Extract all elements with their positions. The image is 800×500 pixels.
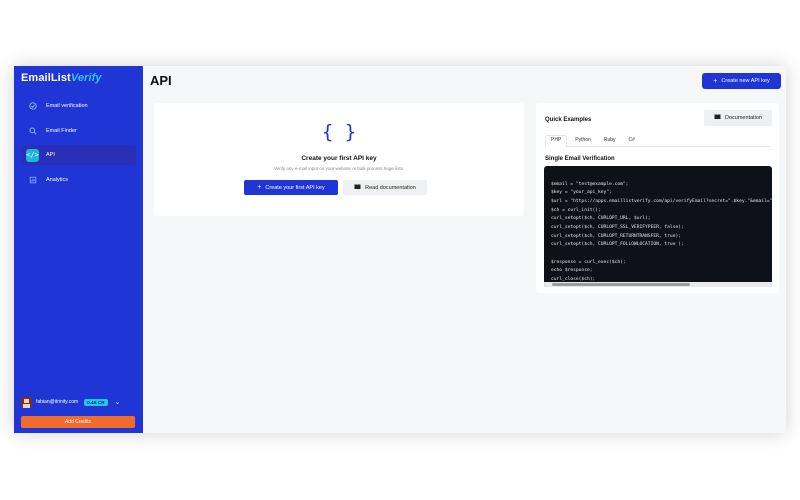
create-first-api-key-button[interactable]: + Create your first API key [244,180,338,195]
code-line: $response = curl_exec($ch); [551,259,626,265]
empty-state-actions: + Create your first API key Read documen… [244,180,427,195]
sidebar-item-label: Analytics [46,176,69,183]
search-icon [26,124,39,137]
code-content: $email = "test@example.com"; $key = "your… [551,172,772,287]
button-label: Read documentation [365,184,416,191]
button-label: Create your first API key [265,184,325,191]
user-menu[interactable]: fabian@itrinity.com 0.4K CR ⌄ [21,394,136,410]
sidebar: EmailListVerify Email verification Email… [14,66,143,433]
quick-examples-panel: Quick Examples Documentation PHP Python … [536,103,779,293]
chart-icon [26,173,39,186]
user-email: fabian@itrinity.com [36,399,79,405]
braces-icon: { } [321,121,357,143]
credits-badge: 0.4K CR [84,398,108,406]
sidebar-item-email-verification[interactable]: Email verification [21,96,136,116]
sidebar-item-email-finder[interactable]: Email Finder [21,121,136,141]
code-line: $email = "test@example.com"; [551,181,629,187]
read-documentation-button[interactable]: Read documentation [343,180,427,195]
sidebar-item-api[interactable]: </> API [21,145,136,165]
code-block: $email = "test@example.com"; $key = "your… [544,166,772,287]
logo[interactable]: EmailListVerify [21,72,102,84]
create-new-api-key-button[interactable]: + Create new API key [702,73,781,89]
book-icon [714,114,721,122]
plus-icon: + [713,77,718,85]
quick-examples-title: Quick Examples [545,117,592,123]
language-tabs: PHP Python Ruby C# [545,135,771,147]
sidebar-item-label: API [46,152,55,158]
code-line: $key = "your_api_key"; [551,190,612,196]
code-line: curl_setopt($ch, CURLOPT_RETURNTRANSFER,… [551,233,681,239]
code-line: $ch = curl_init(); [551,207,601,213]
avatar [21,396,32,408]
chevron-down-icon[interactable]: ⌄ [115,398,121,406]
documentation-button[interactable]: Documentation [704,110,772,126]
logo-accent: Verify [70,72,102,84]
tab-php[interactable]: PHP [545,135,568,147]
empty-state-card: { } Create your first API key Verify any… [154,103,524,216]
book-icon [354,184,361,192]
code-icon: </> [26,148,39,162]
app-window: EmailListVerify Email verification Email… [14,66,786,433]
check-circle-icon [26,100,39,113]
sidebar-item-analytics[interactable]: Analytics [21,170,136,190]
code-line: curl_setopt($ch, CURLOPT_URL, $url); [551,216,651,222]
empty-state-title: Create your first API key [301,155,377,162]
tab-csharp[interactable]: C# [624,135,640,146]
page-title: API [150,73,172,88]
code-scrollbar[interactable] [544,282,772,287]
add-credits-button[interactable]: Add Credits [21,416,135,428]
sidebar-item-label: Email verification [46,103,88,109]
code-line: $url = "https://apps.emaillistverify.com… [551,198,772,204]
sidebar-nav: Email verification Email Finder </> API … [21,96,136,194]
tab-ruby[interactable]: Ruby [599,135,621,146]
single-email-verification-title: Single Email Verification [545,156,615,162]
code-line: echo $response; [551,268,593,274]
button-label: Documentation [725,115,762,121]
sidebar-item-label: Email Finder [46,127,77,134]
code-scrollbar-thumb[interactable] [552,283,690,286]
tab-python[interactable]: Python [570,135,596,146]
code-line: curl_setopt($ch, CURLOPT_SSL_VERIFYPEER,… [551,224,684,230]
empty-state-subtitle: Verify any e-mail input on your website … [273,166,405,171]
plus-icon: + [257,184,262,191]
logo-main: EmailList [21,72,71,84]
code-line: curl_setopt($ch, CURLOPT_FOLLOWLOCATION,… [551,242,684,248]
button-label: Create new API key [721,78,770,84]
